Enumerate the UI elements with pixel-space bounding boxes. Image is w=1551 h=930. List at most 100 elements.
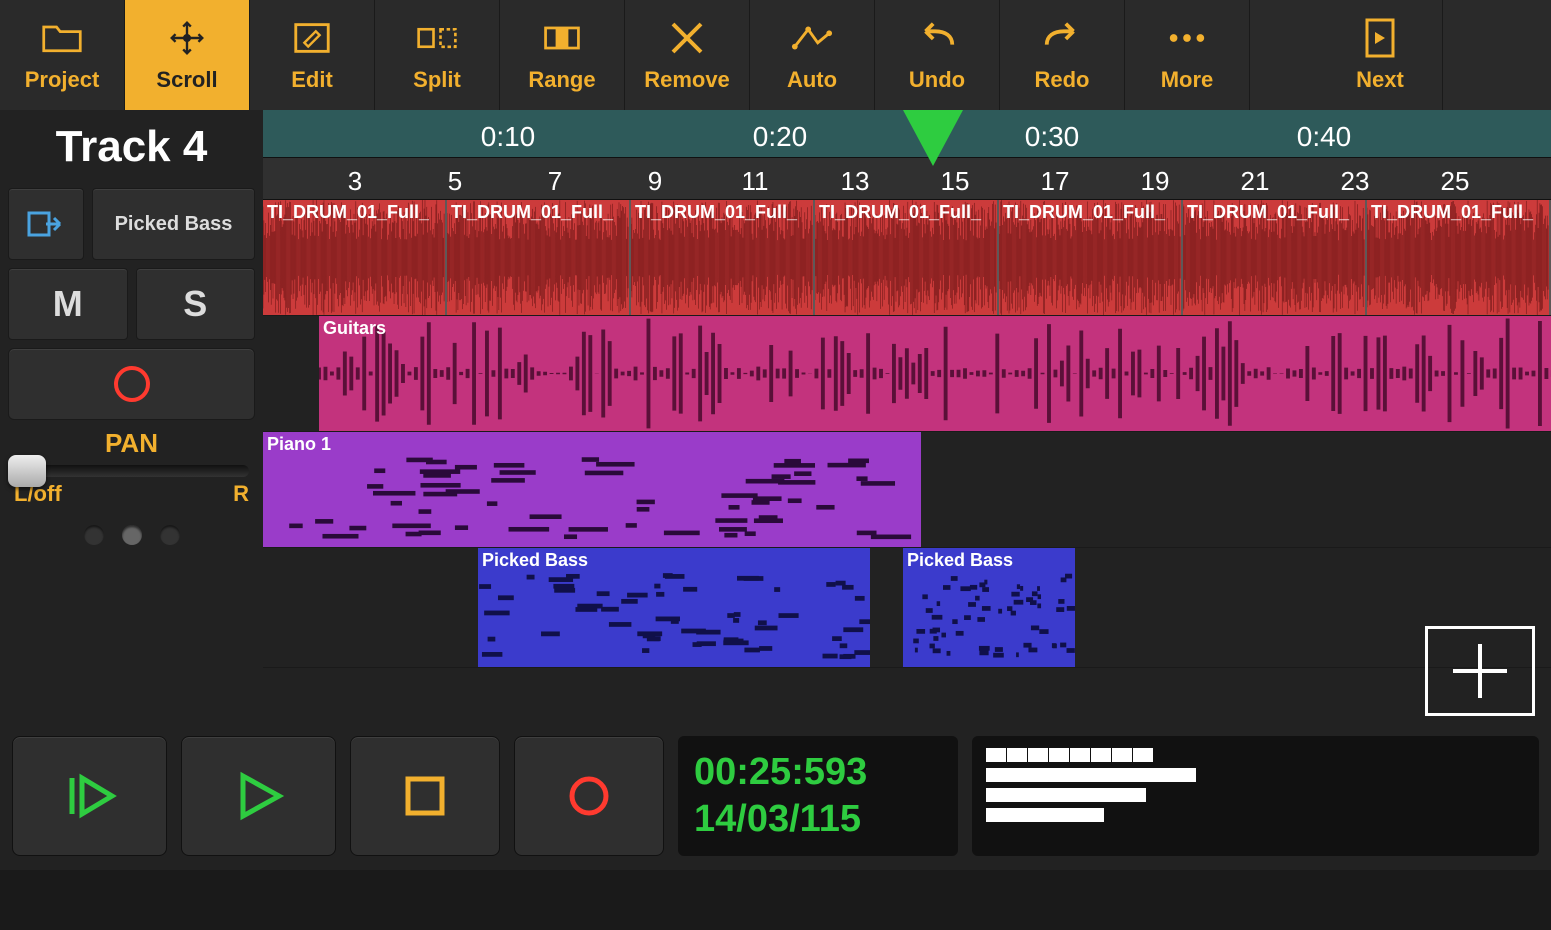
drum-clip[interactable]: TI_DRUM_01_Full_ (1183, 200, 1367, 315)
track-name-button[interactable]: Picked Bass (92, 188, 255, 260)
clip-label: Picked Bass (907, 550, 1013, 571)
bass-lane[interactable]: Picked Bass Picked Bass (263, 548, 1551, 668)
play-from-start-button[interactable] (12, 736, 167, 856)
play-start-icon (62, 768, 118, 824)
meter-bar (986, 768, 1196, 782)
meter-bar (986, 808, 1104, 822)
page-dot[interactable] (122, 525, 142, 545)
tool-label: Split (413, 67, 461, 93)
redo-button[interactable]: Redo (1000, 0, 1125, 110)
folder-icon (41, 17, 83, 59)
split-button[interactable]: Split (375, 0, 500, 110)
time-display: 00:25:593 14/03/115 (678, 736, 958, 856)
solo-button[interactable]: S (136, 268, 256, 340)
bass-clip[interactable]: Picked Bass (478, 548, 870, 667)
record-button[interactable] (514, 736, 664, 856)
play-icon (233, 770, 285, 822)
bar-tick-label: 5 (448, 166, 462, 197)
tool-label: Redo (1035, 67, 1090, 93)
more-icon (1166, 17, 1208, 59)
guitar-lane[interactable]: Guitars (263, 316, 1551, 432)
bass-clip[interactable]: Picked Bass (903, 548, 1075, 667)
guitar-clip[interactable]: Guitars (319, 316, 1551, 431)
scroll-icon (166, 17, 208, 59)
timeline[interactable]: 0:100:200:300:40 35791113151719212325 TI… (263, 110, 1551, 722)
clip-label: Picked Bass (482, 550, 588, 571)
page-dot[interactable] (84, 525, 104, 545)
pan-knob[interactable] (8, 455, 46, 487)
piano-lane[interactable]: Piano 1 (263, 432, 1551, 548)
playhead[interactable] (903, 110, 963, 166)
play-button[interactable] (181, 736, 336, 856)
tool-label: Undo (909, 67, 965, 93)
pan-slider[interactable] (0, 459, 263, 479)
drum-clip[interactable]: TI_DRUM_01_Full_ (263, 200, 447, 315)
record-icon (565, 772, 613, 820)
more-button[interactable]: More (1125, 0, 1250, 110)
pencil-icon (291, 17, 333, 59)
tool-label: Scroll (156, 67, 217, 93)
remove-button[interactable]: Remove (625, 0, 750, 110)
bar-tick-label: 15 (941, 166, 970, 197)
mute-button[interactable]: M (8, 268, 128, 340)
tracks: TI_DRUM_01_Full_ TI_DRUM_01_Full_ TI_DRUM_… (263, 200, 1551, 668)
clip-label: TI_DRUM_01_Full_ (267, 202, 429, 223)
undo-button[interactable]: Undo (875, 0, 1000, 110)
time-tick-label: 0:30 (1025, 121, 1080, 153)
piano-clip[interactable]: Piano 1 (263, 432, 921, 547)
clip-label: TI_DRUM_01_Full_ (1187, 202, 1349, 223)
clip-label: TI_DRUM_01_Full_ (1371, 202, 1533, 223)
stop-button[interactable] (350, 736, 500, 856)
project-button[interactable]: Project (0, 0, 125, 110)
track-output-button[interactable] (8, 188, 84, 260)
meter-bar (986, 788, 1146, 802)
tool-label: Project (25, 67, 100, 93)
bar-tick-label: 9 (648, 166, 662, 197)
record-arm-button[interactable] (8, 348, 255, 420)
drum-lane[interactable]: TI_DRUM_01_Full_ TI_DRUM_01_Full_ TI_DRUM_… (263, 200, 1551, 316)
range-icon (541, 17, 583, 59)
stop-icon (401, 772, 449, 820)
edit-button[interactable]: Edit (250, 0, 375, 110)
auto-button[interactable]: Auto (750, 0, 875, 110)
bar-tick-label: 21 (1241, 166, 1270, 197)
bar-tick-label: 3 (348, 166, 362, 197)
toolbar: Project Scroll Edit Split Range Remove (0, 0, 1551, 110)
time-tick-label: 0:40 (1297, 121, 1352, 153)
clip-label: TI_DRUM_01_Full_ (1003, 202, 1165, 223)
track-sidebar: Track 4 Picked Bass M S PAN L/off R (0, 110, 263, 722)
tool-label: Remove (644, 67, 730, 93)
bar-tick-label: 13 (841, 166, 870, 197)
drum-clip[interactable]: TI_DRUM_01_Full_ (631, 200, 815, 315)
page-dot[interactable] (160, 525, 180, 545)
remove-icon (666, 17, 708, 59)
drum-clip[interactable]: TI_DRUM_01_Full_ (1367, 200, 1551, 315)
add-track-button[interactable] (1425, 626, 1535, 716)
main-area: Track 4 Picked Bass M S PAN L/off R 0 (0, 110, 1551, 722)
drum-clip[interactable]: TI_DRUM_01_Full_ (447, 200, 631, 315)
tool-label: More (1161, 67, 1214, 93)
clip-label: Piano 1 (267, 434, 331, 455)
undo-icon (916, 17, 958, 59)
transport-bar: 00:25:593 14/03/115 (0, 722, 1551, 870)
level-meters (972, 736, 1539, 856)
drum-clip[interactable]: TI_DRUM_01_Full_ (999, 200, 1183, 315)
output-icon (26, 208, 66, 240)
bar-tick-label: 7 (548, 166, 562, 197)
time-tick-label: 0:10 (481, 121, 536, 153)
clip-label: TI_DRUM_01_Full_ (819, 202, 981, 223)
redo-icon (1041, 17, 1083, 59)
clip-label: TI_DRUM_01_Full_ (635, 202, 797, 223)
range-button[interactable]: Range (500, 0, 625, 110)
next-button[interactable]: Next (1318, 0, 1443, 110)
scroll-button[interactable]: Scroll (125, 0, 250, 110)
bar-tick-label: 17 (1041, 166, 1070, 197)
time-tick-label: 0:20 (753, 121, 808, 153)
clip-label: Guitars (323, 318, 386, 339)
drum-clip[interactable]: TI_DRUM_01_Full_ (815, 200, 999, 315)
auto-icon (791, 17, 833, 59)
clip-label: TI_DRUM_01_Full_ (451, 202, 613, 223)
track-title: Track 4 (0, 110, 263, 188)
tool-label: Auto (787, 67, 837, 93)
sidebar-pager[interactable] (0, 507, 263, 563)
